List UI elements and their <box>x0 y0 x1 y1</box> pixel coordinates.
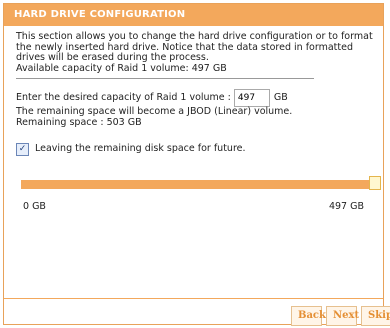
skip-button[interactable]: Skip <box>361 306 390 326</box>
checkmark-icon: ✓ <box>18 144 27 154</box>
footer-divider <box>4 298 383 299</box>
capacity-slider-handle[interactable] <box>369 176 381 190</box>
capacity-unit: GB <box>273 91 288 103</box>
wizard-panel: HARD DRIVE CONFIGURATION This section al… <box>3 3 390 326</box>
slider-min-label: 0 GB <box>23 201 46 212</box>
capacity-row: Enter the desired capacity of Raid 1 vol… <box>16 89 373 107</box>
capacity-input[interactable] <box>233 89 270 107</box>
divider <box>16 78 314 79</box>
available-capacity-text: Available capacity of Raid 1 volume: 497… <box>16 62 227 74</box>
capacity-slider-track[interactable] <box>21 180 377 189</box>
capacity-label: Enter the desired capacity of Raid 1 vol… <box>16 91 231 103</box>
panel-title: HARD DRIVE CONFIGURATION <box>4 4 383 26</box>
panel-content: This section allows you to change the ha… <box>16 31 373 156</box>
description-text: This section allows you to change the ha… <box>16 31 373 63</box>
future-space-label: Leaving the remaining disk space for fut… <box>35 143 246 155</box>
next-button[interactable]: Next <box>326 306 359 326</box>
slider-max-label: 497 GB <box>328 201 364 212</box>
remaining-space-text: Remaining space : 503 GB <box>16 116 142 128</box>
future-space-checkbox[interactable]: ✓ <box>16 143 29 156</box>
jbod-note-text: The remaining space will become a JBOD (… <box>16 106 293 117</box>
back-button[interactable]: Back <box>291 306 326 326</box>
future-space-option: ✓ Leaving the remaining disk space for f… <box>16 143 373 156</box>
